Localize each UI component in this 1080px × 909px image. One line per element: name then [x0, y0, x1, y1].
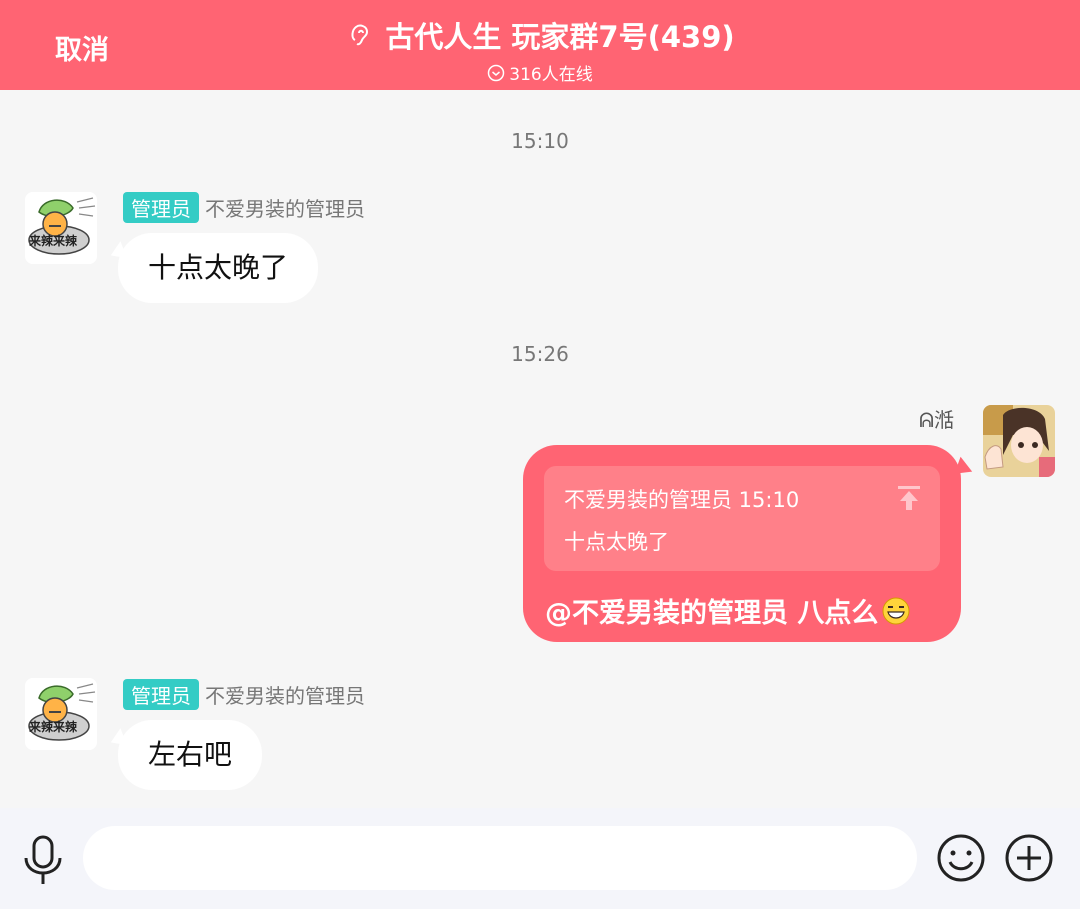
- anime-girl-avatar: [983, 405, 1055, 477]
- avatar[interactable]: 来辣来辣: [25, 192, 97, 264]
- sender-info: 管理员 不爱男装的管理员: [123, 192, 365, 223]
- timestamp: 15:10: [511, 129, 569, 153]
- admin-badge: 管理员: [123, 679, 199, 710]
- title-area: 古代人生 玩家群7号(439) 316人在线: [0, 14, 1080, 86]
- message-bubble[interactable]: 左右吧: [118, 720, 263, 790]
- leaf-bowl-sticker-avatar: [25, 192, 97, 264]
- message-input[interactable]: [83, 826, 917, 890]
- avatar[interactable]: 来辣来辣: [25, 678, 97, 750]
- sender-info: 管理员 不爱男装的管理员: [123, 679, 365, 710]
- group-title-text: 古代人生 玩家群7号(439): [385, 20, 735, 54]
- reply-text-line: @不爱男装的管理员 八点么: [545, 591, 911, 630]
- smile-icon[interactable]: [936, 833, 986, 883]
- avatar[interactable]: [983, 405, 1055, 477]
- sender-name[interactable]: 不爱男装的管理员: [205, 193, 365, 222]
- group-title[interactable]: 古代人生 玩家群7号(439): [345, 14, 735, 56]
- reply-text: @不爱男装的管理员 八点么: [545, 598, 879, 629]
- my-message-bubble[interactable]: 不爱男装的管理员 15:10 十点太晚了 @不爱男装的管理员 八点么: [523, 445, 961, 642]
- microphone-icon[interactable]: [20, 834, 66, 886]
- ear-icon: [351, 24, 369, 46]
- quoted-text: 十点太晚了: [564, 530, 669, 554]
- avatar-caption: 来辣来辣: [29, 234, 78, 248]
- message-bubble[interactable]: 十点太晚了: [118, 233, 319, 303]
- timestamp: 15:26: [511, 342, 569, 366]
- online-count-text: 316人在线: [509, 65, 593, 85]
- plus-icon[interactable]: [1004, 833, 1054, 883]
- leaf-bowl-sticker-avatar: [25, 678, 97, 750]
- avatar-caption: 来辣来辣: [29, 720, 78, 734]
- check-circle-icon: [488, 64, 505, 81]
- quoted-header: 不爱男装的管理员 15:10: [564, 488, 800, 512]
- top-bar: 取消 古代人生 玩家群7号(439) 316人在线: [0, 0, 1080, 90]
- quoted-message[interactable]: 不爱男装的管理员 15:10 十点太晚了: [544, 466, 940, 571]
- online-count: 316人在线: [487, 60, 593, 85]
- input-bar: [0, 808, 1080, 909]
- sender-name[interactable]: 不爱男装的管理员: [205, 680, 365, 709]
- sender-name[interactable]: ᕱ湉: [919, 404, 954, 433]
- admin-badge: 管理员: [123, 192, 199, 223]
- grin-emoji: [882, 597, 910, 624]
- jump-to-top-icon[interactable]: [896, 484, 922, 512]
